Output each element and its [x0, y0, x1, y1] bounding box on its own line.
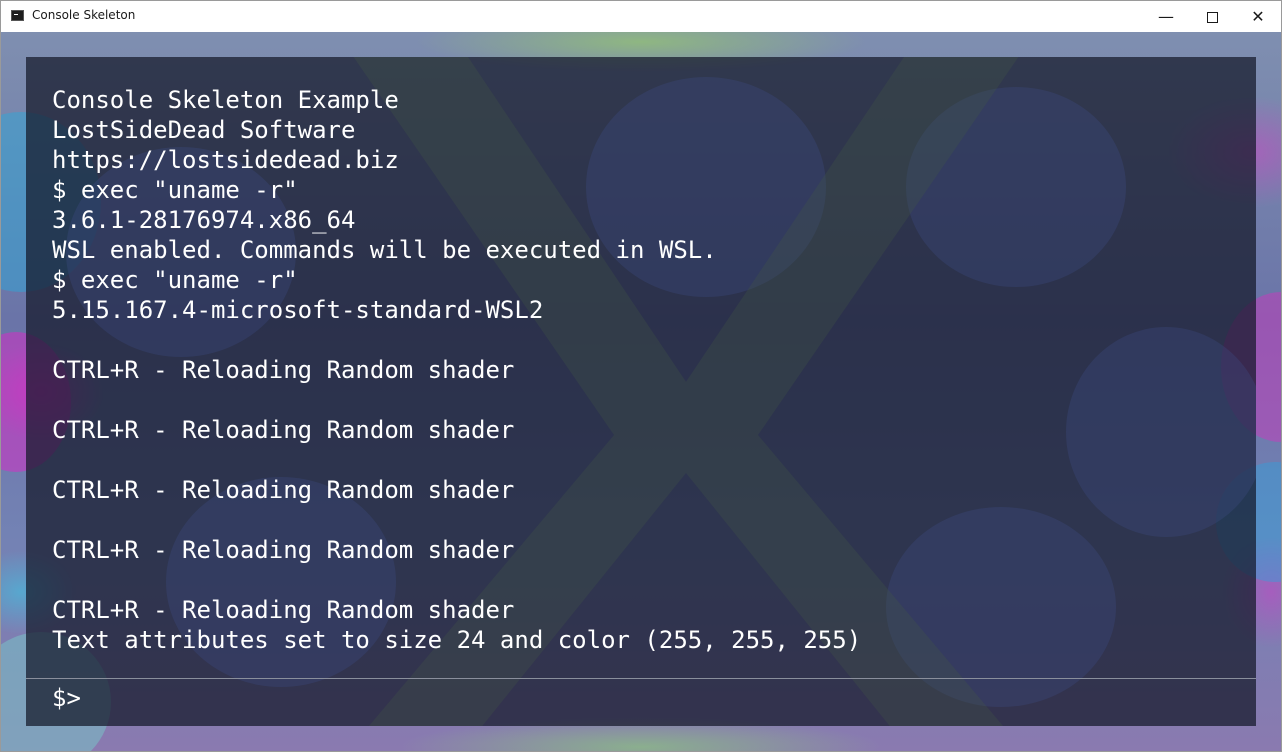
close-button[interactable]: ✕: [1235, 1, 1281, 32]
console-line: 3.6.1-28176974.x86_64: [52, 206, 356, 234]
maximize-button[interactable]: [1189, 1, 1235, 32]
console-line: $ exec "uname -r": [52, 266, 298, 294]
title-bar[interactable]: Console Skeleton — ✕: [1, 1, 1281, 32]
minimize-icon: —: [1158, 7, 1174, 26]
console-line: 5.15.167.4-microsoft-standard-WSL2: [52, 296, 544, 324]
input-divider: [26, 678, 1256, 679]
close-icon: ✕: [1251, 7, 1265, 26]
console-line: CTRL+R - Reloading Random shader: [52, 596, 515, 624]
maximize-icon: [1206, 12, 1218, 23]
console-line: CTRL+R - Reloading Random shader: [52, 476, 515, 504]
app-window: Console Skeleton — ✕ Console Skeleton Ex…: [0, 0, 1282, 752]
minimize-button[interactable]: —: [1143, 1, 1189, 32]
console-app-icon: [11, 10, 24, 21]
console-line: CTRL+R - Reloading Random shader: [52, 536, 515, 564]
console-line: CTRL+R - Reloading Random shader: [52, 416, 515, 444]
console-line: Console Skeleton Example: [52, 86, 399, 114]
console-line: CTRL+R - Reloading Random shader: [52, 356, 515, 384]
console-line: $ exec "uname -r": [52, 176, 298, 204]
shader-cell: [1066, 327, 1256, 537]
console-line: Text attributes set to size 24 and color…: [52, 626, 862, 654]
shader-background: Console Skeleton Example LostSideDead Sof…: [1, 32, 1281, 751]
window-title: Console Skeleton: [32, 8, 136, 22]
console-line: WSL enabled. Commands will be executed i…: [52, 236, 717, 264]
prompt-symbol: $>: [52, 684, 81, 712]
console-panel[interactable]: Console Skeleton Example LostSideDead Sof…: [26, 57, 1256, 726]
console-line: LostSideDead Software: [52, 116, 356, 144]
console-line: https://lostsidedead.biz: [52, 146, 399, 174]
console-input[interactable]: $>: [52, 683, 81, 713]
console-output: Console Skeleton Example LostSideDead Sof…: [52, 85, 861, 655]
